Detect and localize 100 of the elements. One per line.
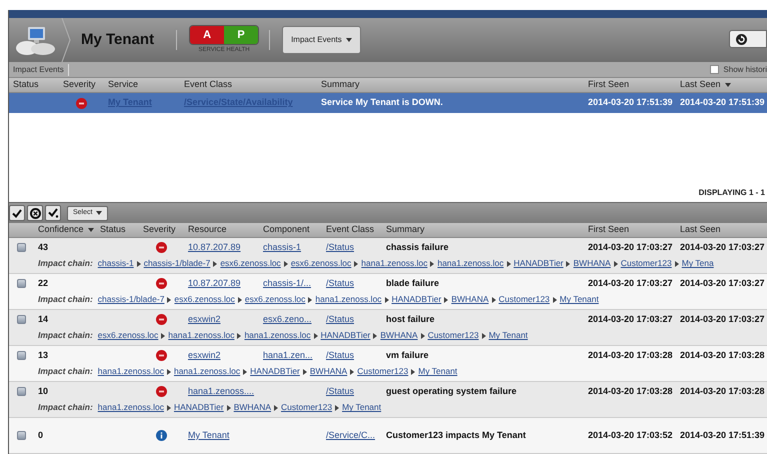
row-expand-box[interactable] xyxy=(17,387,26,396)
chain-link[interactable]: My Tenant xyxy=(418,365,458,378)
chain-link[interactable]: hana1.zenoss.loc xyxy=(437,257,504,270)
chain-arrow-icon xyxy=(284,260,288,267)
column-header[interactable]: First Seen xyxy=(584,78,676,92)
event-class-link[interactable]: /Status xyxy=(326,314,354,324)
event-class-link[interactable]: /Status xyxy=(326,350,354,360)
chain-link[interactable]: hana1.zenoss.loc xyxy=(98,401,164,414)
refresh-button[interactable] xyxy=(729,30,767,48)
chain-link[interactable]: hana1.zenoss.loc xyxy=(174,365,240,378)
component-link[interactable]: esx6.zeno... xyxy=(263,314,312,324)
chain-link[interactable]: BWHANA xyxy=(380,329,418,342)
chain-link[interactable]: Customer123 xyxy=(357,365,408,378)
show-history-checkbox[interactable] xyxy=(710,65,720,74)
impact-event-row[interactable]: 10 hana1.zenoss.... /Status guest operating system failure 2014-03-20 17:03:28 2014-03-20 17:03:28 Impact chain: hana1.zenoss.loc HANADBTier BWHANA Customer123 My Tenant xyxy=(9,382,767,418)
chain-link[interactable]: esx6.zenoss.loc xyxy=(220,257,281,270)
chain-link[interactable]: chassis-1/blade-7 xyxy=(98,293,164,306)
health-indicator: A xyxy=(190,26,224,44)
resource-link[interactable]: esxwin2 xyxy=(188,314,221,324)
component-link[interactable]: chassis-1/... xyxy=(263,278,312,288)
impact-event-row[interactable]: 14 esxwin2 esx6.zeno... /Status host failure 2014-03-20 17:03:27 2014-03-20 17:03:27 Impact chain: esx6.zenoss.loc hana1.zenoss.loc hana1.zenoss.loc HANADBTier BWHANA Customer123 My Tenant xyxy=(9,310,767,346)
column-header[interactable]: Summary xyxy=(382,223,584,237)
summary-text: Service My Tenant is DOWN. xyxy=(320,96,444,110)
chain-arrow-icon xyxy=(335,404,340,411)
chain-link[interactable]: My Tena xyxy=(682,257,714,270)
impact-events-tab[interactable]: Impact Events xyxy=(9,64,69,76)
info-severity-icon xyxy=(156,430,167,441)
column-header[interactable]: Severity xyxy=(139,223,184,237)
row-expand-box[interactable] xyxy=(17,351,26,360)
chain-link[interactable]: chassis-1/blade-7 xyxy=(144,257,210,270)
event-class-link[interactable]: /Service/C... xyxy=(326,430,376,440)
chain-link[interactable]: My Tenant xyxy=(560,293,599,306)
chain-link[interactable]: esx6.zenoss.loc xyxy=(244,293,306,306)
row-expand-box[interactable] xyxy=(17,315,26,324)
chain-link[interactable]: My Tenant xyxy=(342,401,382,414)
column-header[interactable]: Confidence xyxy=(34,223,96,237)
component-link[interactable]: chassis-1 xyxy=(263,242,302,252)
summary-text: vm failure xyxy=(385,348,430,362)
event-class-link[interactable]: /Status xyxy=(326,278,354,288)
chain-link[interactable]: chassis-1 xyxy=(98,257,134,270)
chain-arrow-icon xyxy=(238,296,242,303)
chain-arrow-icon xyxy=(506,260,511,267)
column-header[interactable]: Status xyxy=(9,78,59,92)
chain-link[interactable]: HANADBTier xyxy=(392,293,442,306)
impact-event-row[interactable]: 13 esxwin2 hana1.zen... /Status vm failure 2014-03-20 17:03:28 2014-03-20 17:03:28 Impact chain: hana1.zenoss.loc hana1.zenoss.loc HANADBTier BWHANA Customer123 My Tenant xyxy=(9,346,767,382)
chain-link[interactable]: hana1.zenoss.loc xyxy=(244,329,311,342)
row-expand-box[interactable] xyxy=(17,243,26,252)
impact-chain-label: Impact chain: xyxy=(38,257,93,270)
resource-link[interactable]: 10.87.207.89 xyxy=(188,278,241,288)
chain-link[interactable]: BWHANA xyxy=(451,293,489,306)
chain-link[interactable]: Customer123 xyxy=(281,401,332,414)
row-expand-box[interactable] xyxy=(17,431,26,440)
chain-link[interactable]: esx6.zenoss.loc xyxy=(98,329,158,342)
impact-event-row[interactable]: 0 My Tenant /Service/C... Customer123 impacts My Tenant 2014-03-20 17:03:52 2014-03-20 17:51:39 xyxy=(9,418,767,454)
chain-link[interactable]: My Tenant xyxy=(488,329,528,342)
resource-link[interactable]: esxwin2 xyxy=(188,350,221,360)
chain-link[interactable]: HANADBTier xyxy=(250,365,300,378)
chain-link[interactable]: Customer123 xyxy=(498,293,550,306)
column-header[interactable]: Last Seen xyxy=(676,223,767,237)
chain-link[interactable]: hana1.zenoss.loc xyxy=(361,257,428,270)
resource-link[interactable]: My Tenant xyxy=(188,430,230,440)
close-event-button[interactable] xyxy=(27,205,43,221)
column-header[interactable]: Status xyxy=(96,223,139,237)
column-header[interactable]: Severity xyxy=(59,78,104,92)
resource-link[interactable]: hana1.zenoss.... xyxy=(188,386,254,396)
event-class-link[interactable]: /Status xyxy=(326,386,354,396)
chain-link[interactable]: BWHANA xyxy=(573,257,611,270)
chain-link[interactable]: hana1.zenoss.loc xyxy=(98,365,164,378)
column-header[interactable]: Component xyxy=(259,223,322,237)
impact-event-row[interactable] xyxy=(9,274,767,310)
column-header[interactable]: Service xyxy=(104,78,180,92)
chain-link[interactable]: BWHANA xyxy=(310,365,348,378)
impact-event-row[interactable] xyxy=(9,238,767,274)
summary-text: blade failure xyxy=(385,276,440,290)
last-seen-text: 2014-03-20 17:03:28 xyxy=(679,348,766,362)
impact-events-menu[interactable]: Impact Events xyxy=(282,26,361,54)
chain-link[interactable]: Customer123 xyxy=(620,257,672,270)
column-header[interactable]: Last Seen xyxy=(676,78,767,92)
last-seen-text: 2014-03-20 17:03:28 xyxy=(679,384,766,398)
column-header[interactable]: Resource xyxy=(184,223,259,237)
chain-link[interactable]: HANADBTier xyxy=(320,329,370,342)
service-health-button[interactable]: A P xyxy=(189,25,260,45)
chain-link[interactable]: Customer123 xyxy=(428,329,479,342)
reopen-button[interactable] xyxy=(45,205,61,221)
resource-link[interactable]: 10.87.207.89 xyxy=(188,242,241,252)
chain-link[interactable]: esx6.zenoss.loc xyxy=(174,293,235,306)
chain-link[interactable]: hana1.zenoss.loc xyxy=(315,293,382,306)
chain-link[interactable]: hana1.zenoss.loc xyxy=(168,329,234,342)
acknowledge-button[interactable] xyxy=(9,205,25,221)
column-header[interactable]: Event Class xyxy=(180,78,317,92)
column-header[interactable]: First Seen xyxy=(584,223,676,237)
chain-link[interactable]: HANADBTier xyxy=(514,257,564,270)
column-header[interactable]: Event Class xyxy=(322,223,382,237)
chain-link[interactable]: BWHANA xyxy=(234,401,272,414)
chain-link[interactable]: esx6.zenoss.loc xyxy=(290,257,352,270)
event-class-link[interactable]: /Status xyxy=(326,242,354,252)
chain-link[interactable]: HANADBTier xyxy=(174,401,224,414)
column-header[interactable]: Summary xyxy=(317,78,584,92)
row-expand-box[interactable] xyxy=(17,279,26,288)
component-link[interactable]: hana1.zen... xyxy=(263,350,313,360)
